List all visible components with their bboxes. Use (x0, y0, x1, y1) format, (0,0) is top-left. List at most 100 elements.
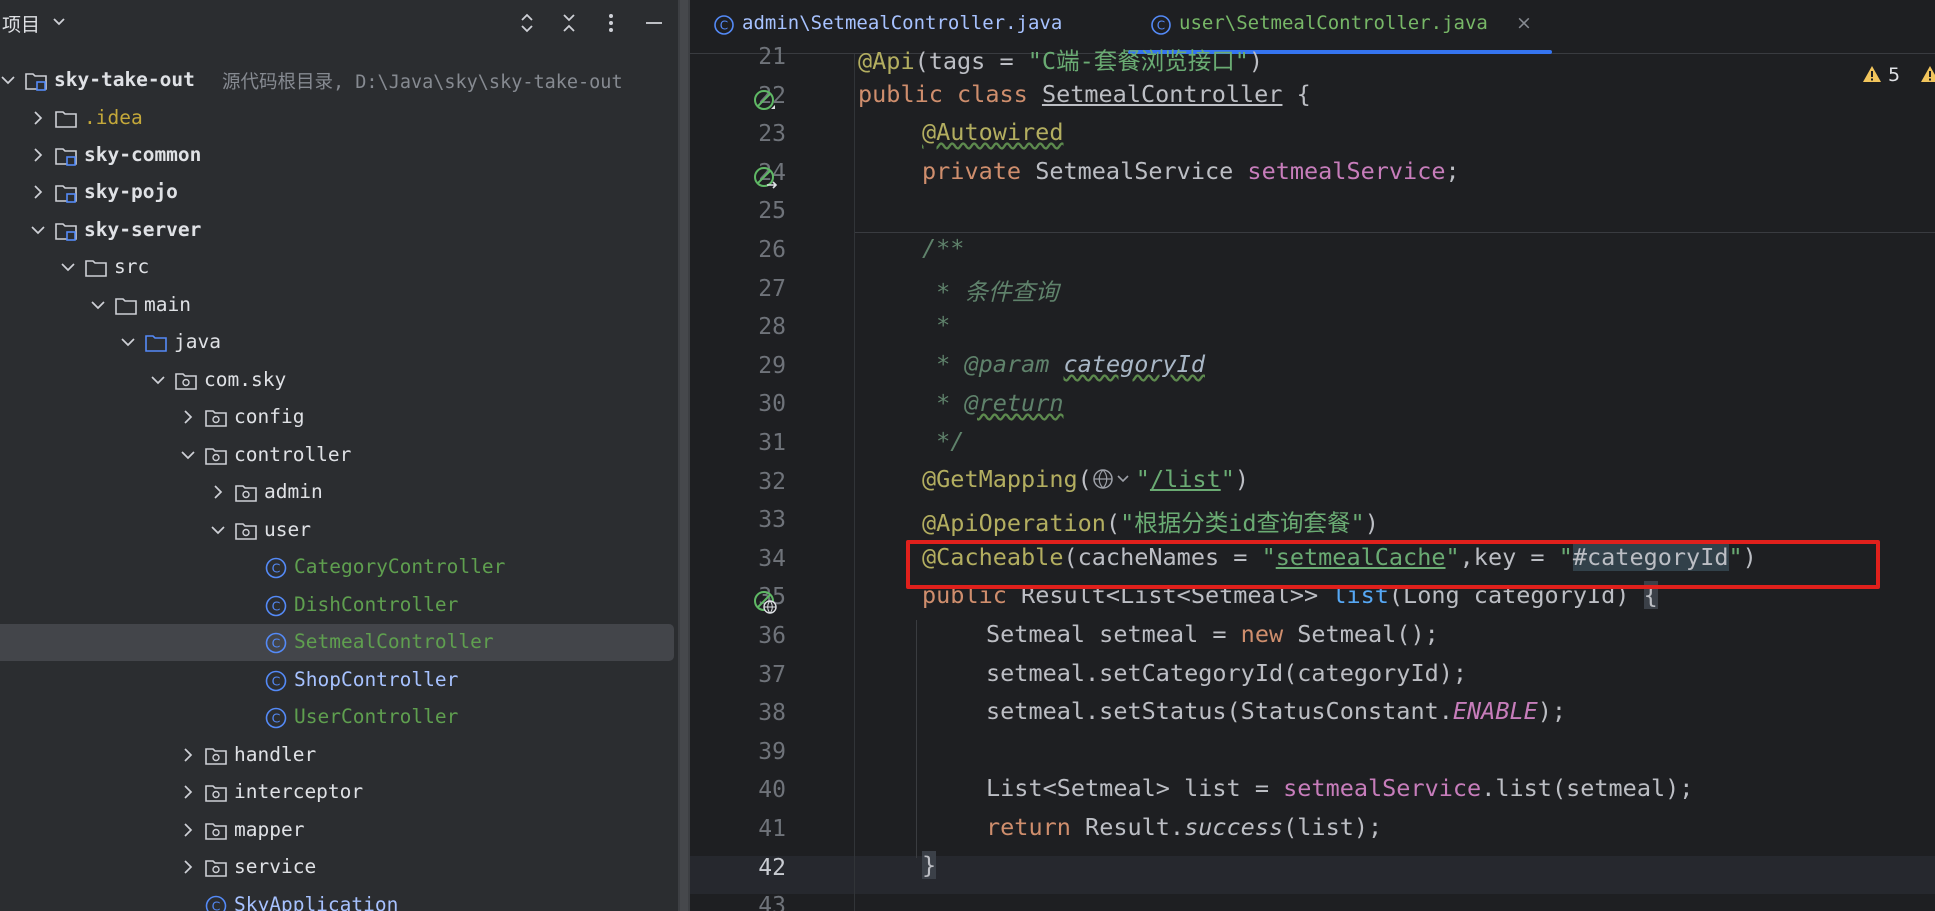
tree-item-hint: 源代码根目录, D:\Java\sky\sky-take-out (222, 72, 623, 93)
tree-item-dishcontroller[interactable]: C DishController (0, 587, 678, 624)
code-line-31: */ (922, 427, 965, 455)
chevron-down-icon[interactable] (30, 222, 46, 238)
chevron-down-icon[interactable] (120, 334, 136, 350)
tree-item-skyapplication[interactable]: C SkyApplication (0, 887, 678, 911)
tree-item-setmealcontroller[interactable]: C SetmealController (0, 624, 674, 661)
chevron-right-icon[interactable] (180, 822, 196, 838)
code-token: setmealService (1283, 774, 1482, 802)
code-token: List<Setmeal> list = (986, 774, 1284, 802)
chevron-right-icon[interactable] (210, 484, 226, 500)
chevron-down-icon[interactable] (150, 372, 166, 388)
tree-item-sky-common[interactable]: sky-common (0, 137, 678, 174)
globe-icon[interactable] (1092, 468, 1136, 490)
inspection-warnings[interactable]: 5 (1862, 64, 1935, 86)
tree-item-src[interactable]: src (0, 249, 678, 286)
code-token: (tags = (914, 47, 1028, 75)
code-token: ( (1105, 509, 1121, 537)
collapse-all-icon[interactable] (556, 10, 582, 36)
tree-item-label: service (234, 855, 317, 878)
tree-item-java[interactable]: java (0, 324, 678, 361)
class-icon: C (264, 556, 288, 580)
package-icon (204, 444, 228, 468)
tree-item-admin[interactable]: admin (0, 474, 678, 511)
code-token: Result. (1085, 813, 1185, 841)
chevron-down-icon[interactable] (0, 72, 16, 88)
project-panel: 项目 sky-take-out 源代码根目录, D:\Java\sky\sky-t… (0, 0, 678, 911)
code-token: (list); (1283, 813, 1383, 841)
chevron-down-icon[interactable] (180, 447, 196, 463)
package-icon (204, 781, 228, 805)
class-icon: C (204, 894, 228, 911)
package-icon (204, 856, 228, 880)
code-token: @return (964, 389, 1064, 417)
chevron-down-icon[interactable] (90, 297, 106, 313)
code-area[interactable]: @Api(tags = "C端-套餐浏览接口") public class Se… (690, 47, 1935, 911)
close-tab-icon[interactable]: × (1516, 12, 1532, 34)
chevron-right-icon[interactable] (180, 409, 196, 425)
chevron-right-icon[interactable] (30, 184, 46, 200)
code-token: @Api (858, 47, 915, 75)
warning-icon (1921, 66, 1935, 82)
chevron-down-icon[interactable] (210, 522, 226, 538)
svg-text:C: C (272, 636, 281, 651)
code-token: } (922, 851, 937, 879)
code-token: ) (1248, 47, 1264, 75)
module-icon (54, 181, 78, 205)
warning-icon (1863, 66, 1881, 82)
tree-item-label: java (174, 330, 221, 353)
more-options-icon[interactable] (598, 10, 624, 36)
code-token: ; (1445, 157, 1460, 185)
code-line-32: @GetMapping("/list") (922, 465, 1249, 493)
code-token: SetmealService (1035, 157, 1248, 185)
class-icon: C (264, 669, 288, 693)
code-token[interactable]: /list (1150, 465, 1221, 493)
tree-item-usercontroller[interactable]: C UserController (0, 699, 678, 736)
expand-all-icon[interactable] (514, 10, 540, 36)
chevron-right-icon[interactable] (180, 859, 196, 875)
code-line-26: /** (922, 234, 965, 262)
tree-item-sky-pojo[interactable]: sky-pojo (0, 174, 678, 211)
code-token: ENABLE (1452, 697, 1538, 725)
tree-item-controller[interactable]: controller (0, 437, 678, 474)
code-token: ) (1364, 509, 1379, 537)
package-icon (204, 406, 228, 430)
code-line-37: setmeal.setCategoryId(categoryId); (986, 659, 1468, 687)
tree-item-mapper[interactable]: mapper (0, 812, 678, 849)
project-panel-title[interactable]: 项目 (2, 10, 40, 37)
tree-item-interceptor[interactable]: interceptor (0, 774, 678, 811)
chevron-down-icon[interactable] (60, 259, 76, 275)
chevron-right-icon[interactable] (180, 784, 196, 800)
chevron-right-icon[interactable] (180, 747, 196, 763)
chevron-right-icon[interactable] (30, 147, 46, 163)
tree-item-categorycontroller[interactable]: C CategoryController (0, 549, 678, 586)
code-token: categoryId (1063, 350, 1205, 378)
tree-item-service[interactable]: service (0, 849, 678, 886)
chevron-right-icon[interactable] (30, 110, 46, 126)
package-icon (174, 369, 198, 393)
tree-item-label: sky-common (84, 143, 202, 166)
tree-item-label: UserController (294, 705, 459, 728)
tree-item-sky-take-out[interactable]: sky-take-out 源代码根目录, D:\Java\sky\sky-take… (0, 62, 678, 99)
code-line-29: * @param categoryId (922, 350, 1205, 378)
code-line-36: Setmeal setmeal = new Setmeal(); (986, 620, 1439, 648)
tree-item-label: .idea (84, 106, 143, 129)
project-panel-scrollbar[interactable] (680, 0, 688, 911)
tree-item-label: main (144, 293, 191, 316)
tree-item-idea[interactable]: .idea (0, 100, 678, 137)
tree-item-com-sky[interactable]: com.sky (0, 362, 678, 399)
tree-item-label: sky-server (84, 218, 202, 241)
tree-item-label: sky-take-out (54, 68, 195, 91)
tree-item-user[interactable]: user (0, 512, 678, 549)
tree-item-shopcontroller[interactable]: C ShopController (0, 662, 678, 699)
code-token: Setmeal setmeal = (986, 620, 1241, 648)
code-line-22: public class SetmealController { (858, 80, 1311, 108)
minimize-icon[interactable] (641, 10, 667, 36)
tree-item-config[interactable]: config (0, 399, 678, 436)
tree-item-label: handler (234, 743, 317, 766)
chevron-down-icon[interactable] (52, 12, 66, 32)
tree-item-main[interactable]: main (0, 287, 678, 324)
class-icon: C (264, 706, 288, 730)
tree-item-handler[interactable]: handler (0, 737, 678, 774)
tree-item-sky-server[interactable]: sky-server (0, 212, 678, 249)
code-token: ); (1537, 697, 1567, 725)
